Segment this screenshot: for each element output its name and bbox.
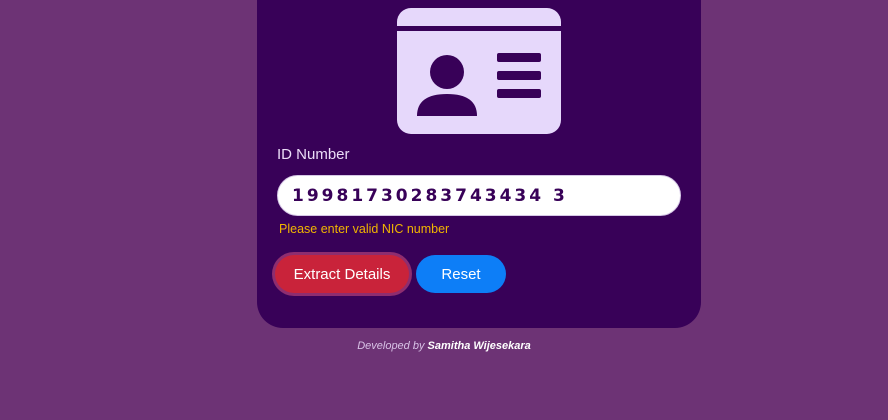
reset-button[interactable]: Reset (416, 255, 506, 293)
id-number-value: 19981730283743434 3 (292, 185, 568, 206)
id-form-card: ID Number 19981730283743434 3 Please ent… (257, 0, 701, 328)
extract-details-button[interactable]: Extract Details (275, 255, 409, 293)
footer-prefix: Developed by (357, 340, 425, 352)
app-page: ID Number 19981730283743434 3 Please ent… (0, 0, 888, 420)
id-number-input[interactable]: 19981730283743434 3 (277, 175, 681, 216)
id-number-label: ID Number (277, 146, 350, 163)
validation-error-message: Please enter valid NIC number (279, 222, 450, 236)
id-card-icon (397, 8, 561, 134)
footer-credit: Developed by Samitha Wijesekara (0, 340, 888, 352)
footer-author: Samitha Wijesekara (427, 340, 531, 352)
